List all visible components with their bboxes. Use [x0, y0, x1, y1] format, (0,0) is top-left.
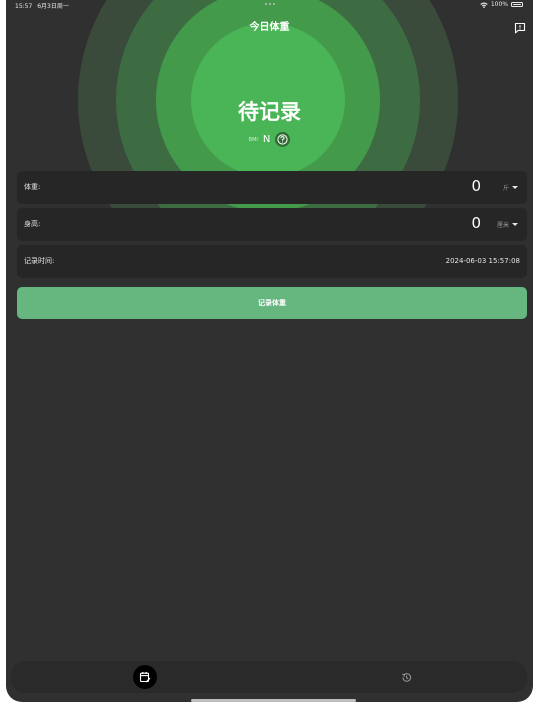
- record-time-label: 记录时间:: [24, 257, 55, 265]
- weight-unit-label: 斤: [502, 185, 509, 192]
- caret-down-icon: [512, 223, 518, 226]
- height-row[interactable]: 身高: 0 厘米: [17, 208, 527, 241]
- multitask-dots-icon[interactable]: [264, 3, 275, 5]
- tab-record[interactable]: [133, 665, 157, 689]
- home-indicator: [191, 699, 356, 702]
- height-label: 身高:: [24, 220, 41, 228]
- weight-row[interactable]: 体重: 0 斤: [17, 171, 527, 204]
- weight-label: 体重:: [24, 183, 41, 191]
- app-window: 15:57 6月3日周一 100% 今日体重 待记录 BMI N 体重: 0 斤…: [6, 0, 533, 702]
- caret-down-icon: [512, 186, 518, 189]
- battery-percent: 100%: [490, 1, 508, 8]
- status-bar: 15:57 6月3日周一 100%: [6, 0, 533, 10]
- weight-input[interactable]: 0: [471, 177, 481, 195]
- status-date: 6月3日周一: [37, 3, 69, 10]
- bmi-value: N: [262, 134, 271, 145]
- bottom-tab-bar: [11, 661, 527, 693]
- page-title: 今日体重: [249, 22, 290, 33]
- calendar-edit-icon: [139, 672, 151, 683]
- status-time: 15:57: [15, 3, 33, 10]
- height-input[interactable]: 0: [471, 214, 481, 232]
- bmi-label: BMI: [248, 136, 258, 143]
- height-unit-label: 厘米: [496, 222, 509, 229]
- battery-icon: [511, 2, 523, 7]
- wifi-icon: [480, 2, 488, 8]
- status-right: 100%: [480, 1, 523, 8]
- tab-history[interactable]: [398, 669, 414, 685]
- status-left: 15:57 6月3日周一: [15, 1, 72, 10]
- history-icon: [401, 672, 411, 682]
- help-icon: [277, 134, 288, 145]
- weight-unit-select[interactable]: 斤: [503, 183, 518, 192]
- bmi-row: BMI N: [6, 132, 533, 147]
- bmi-help-button[interactable]: [275, 132, 291, 147]
- status-headline: 待记录: [238, 100, 301, 124]
- feedback-icon: [514, 22, 526, 34]
- record-time-value[interactable]: 2024-06-03 15:57:08: [446, 257, 520, 265]
- feedback-button[interactable]: [514, 19, 526, 34]
- record-time-row[interactable]: 记录时间: 2024-06-03 15:57:08: [17, 245, 527, 278]
- record-weight-button[interactable]: 记录体重: [17, 287, 527, 319]
- height-unit-select[interactable]: 厘米: [497, 220, 518, 229]
